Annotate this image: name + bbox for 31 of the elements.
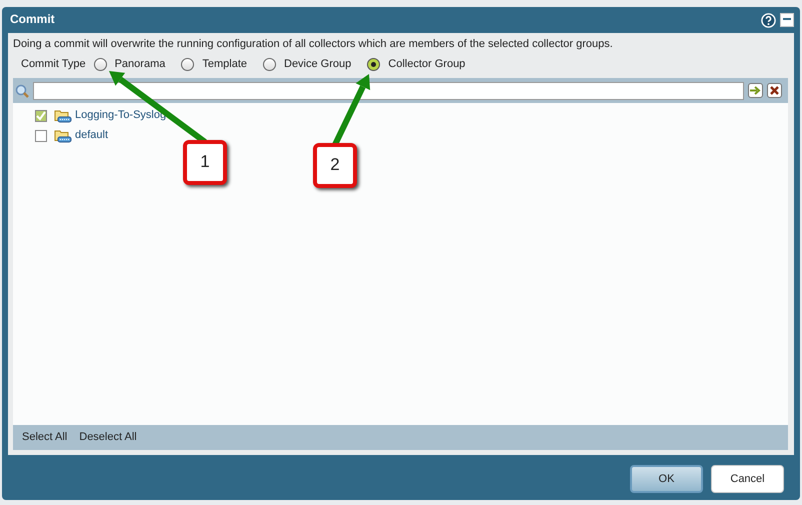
footer-link[interactable]: Deselect All	[79, 430, 137, 445]
radio-label[interactable]: Template	[202, 57, 247, 72]
arrow-icon	[750, 86, 761, 96]
folder-icon	[54, 108, 72, 124]
radio-button[interactable]	[263, 58, 276, 71]
checkbox[interactable]	[35, 110, 47, 122]
radio-label[interactable]: Panorama	[114, 57, 166, 72]
clear-filter-button[interactable]	[767, 83, 782, 98]
minimize-icon[interactable]	[780, 12, 794, 26]
footer-link[interactable]: Select All	[22, 430, 68, 445]
cancel-button[interactable]: Cancel	[711, 465, 784, 493]
folder-icon	[54, 128, 72, 144]
close-icon	[770, 86, 779, 96]
apply-filter-button[interactable]	[748, 83, 763, 98]
radio-label[interactable]: Device Group	[284, 57, 352, 72]
window-title: Commit	[10, 12, 55, 28]
radio-button[interactable]	[367, 58, 380, 71]
radio-button[interactable]	[181, 58, 194, 71]
help-icon[interactable]	[761, 12, 776, 28]
tree-item-label[interactable]: Logging-To-Syslog	[75, 108, 166, 123]
description-text: Doing a commit will overwrite the running configuration of all collectors which are members of the selected collector groups.	[13, 37, 614, 52]
radio-button[interactable]	[94, 58, 107, 71]
tree-item-label[interactable]: default	[75, 128, 108, 143]
radio-label[interactable]: Collector Group	[388, 57, 466, 72]
search-field[interactable]	[33, 82, 744, 100]
search-icon	[15, 84, 29, 98]
checkbox[interactable]	[35, 130, 47, 142]
callout-badge: 2	[313, 143, 357, 188]
ok-button[interactable]: OK	[630, 465, 703, 493]
callout-badge: 1	[183, 140, 227, 185]
field-label: Commit Type	[21, 57, 86, 72]
